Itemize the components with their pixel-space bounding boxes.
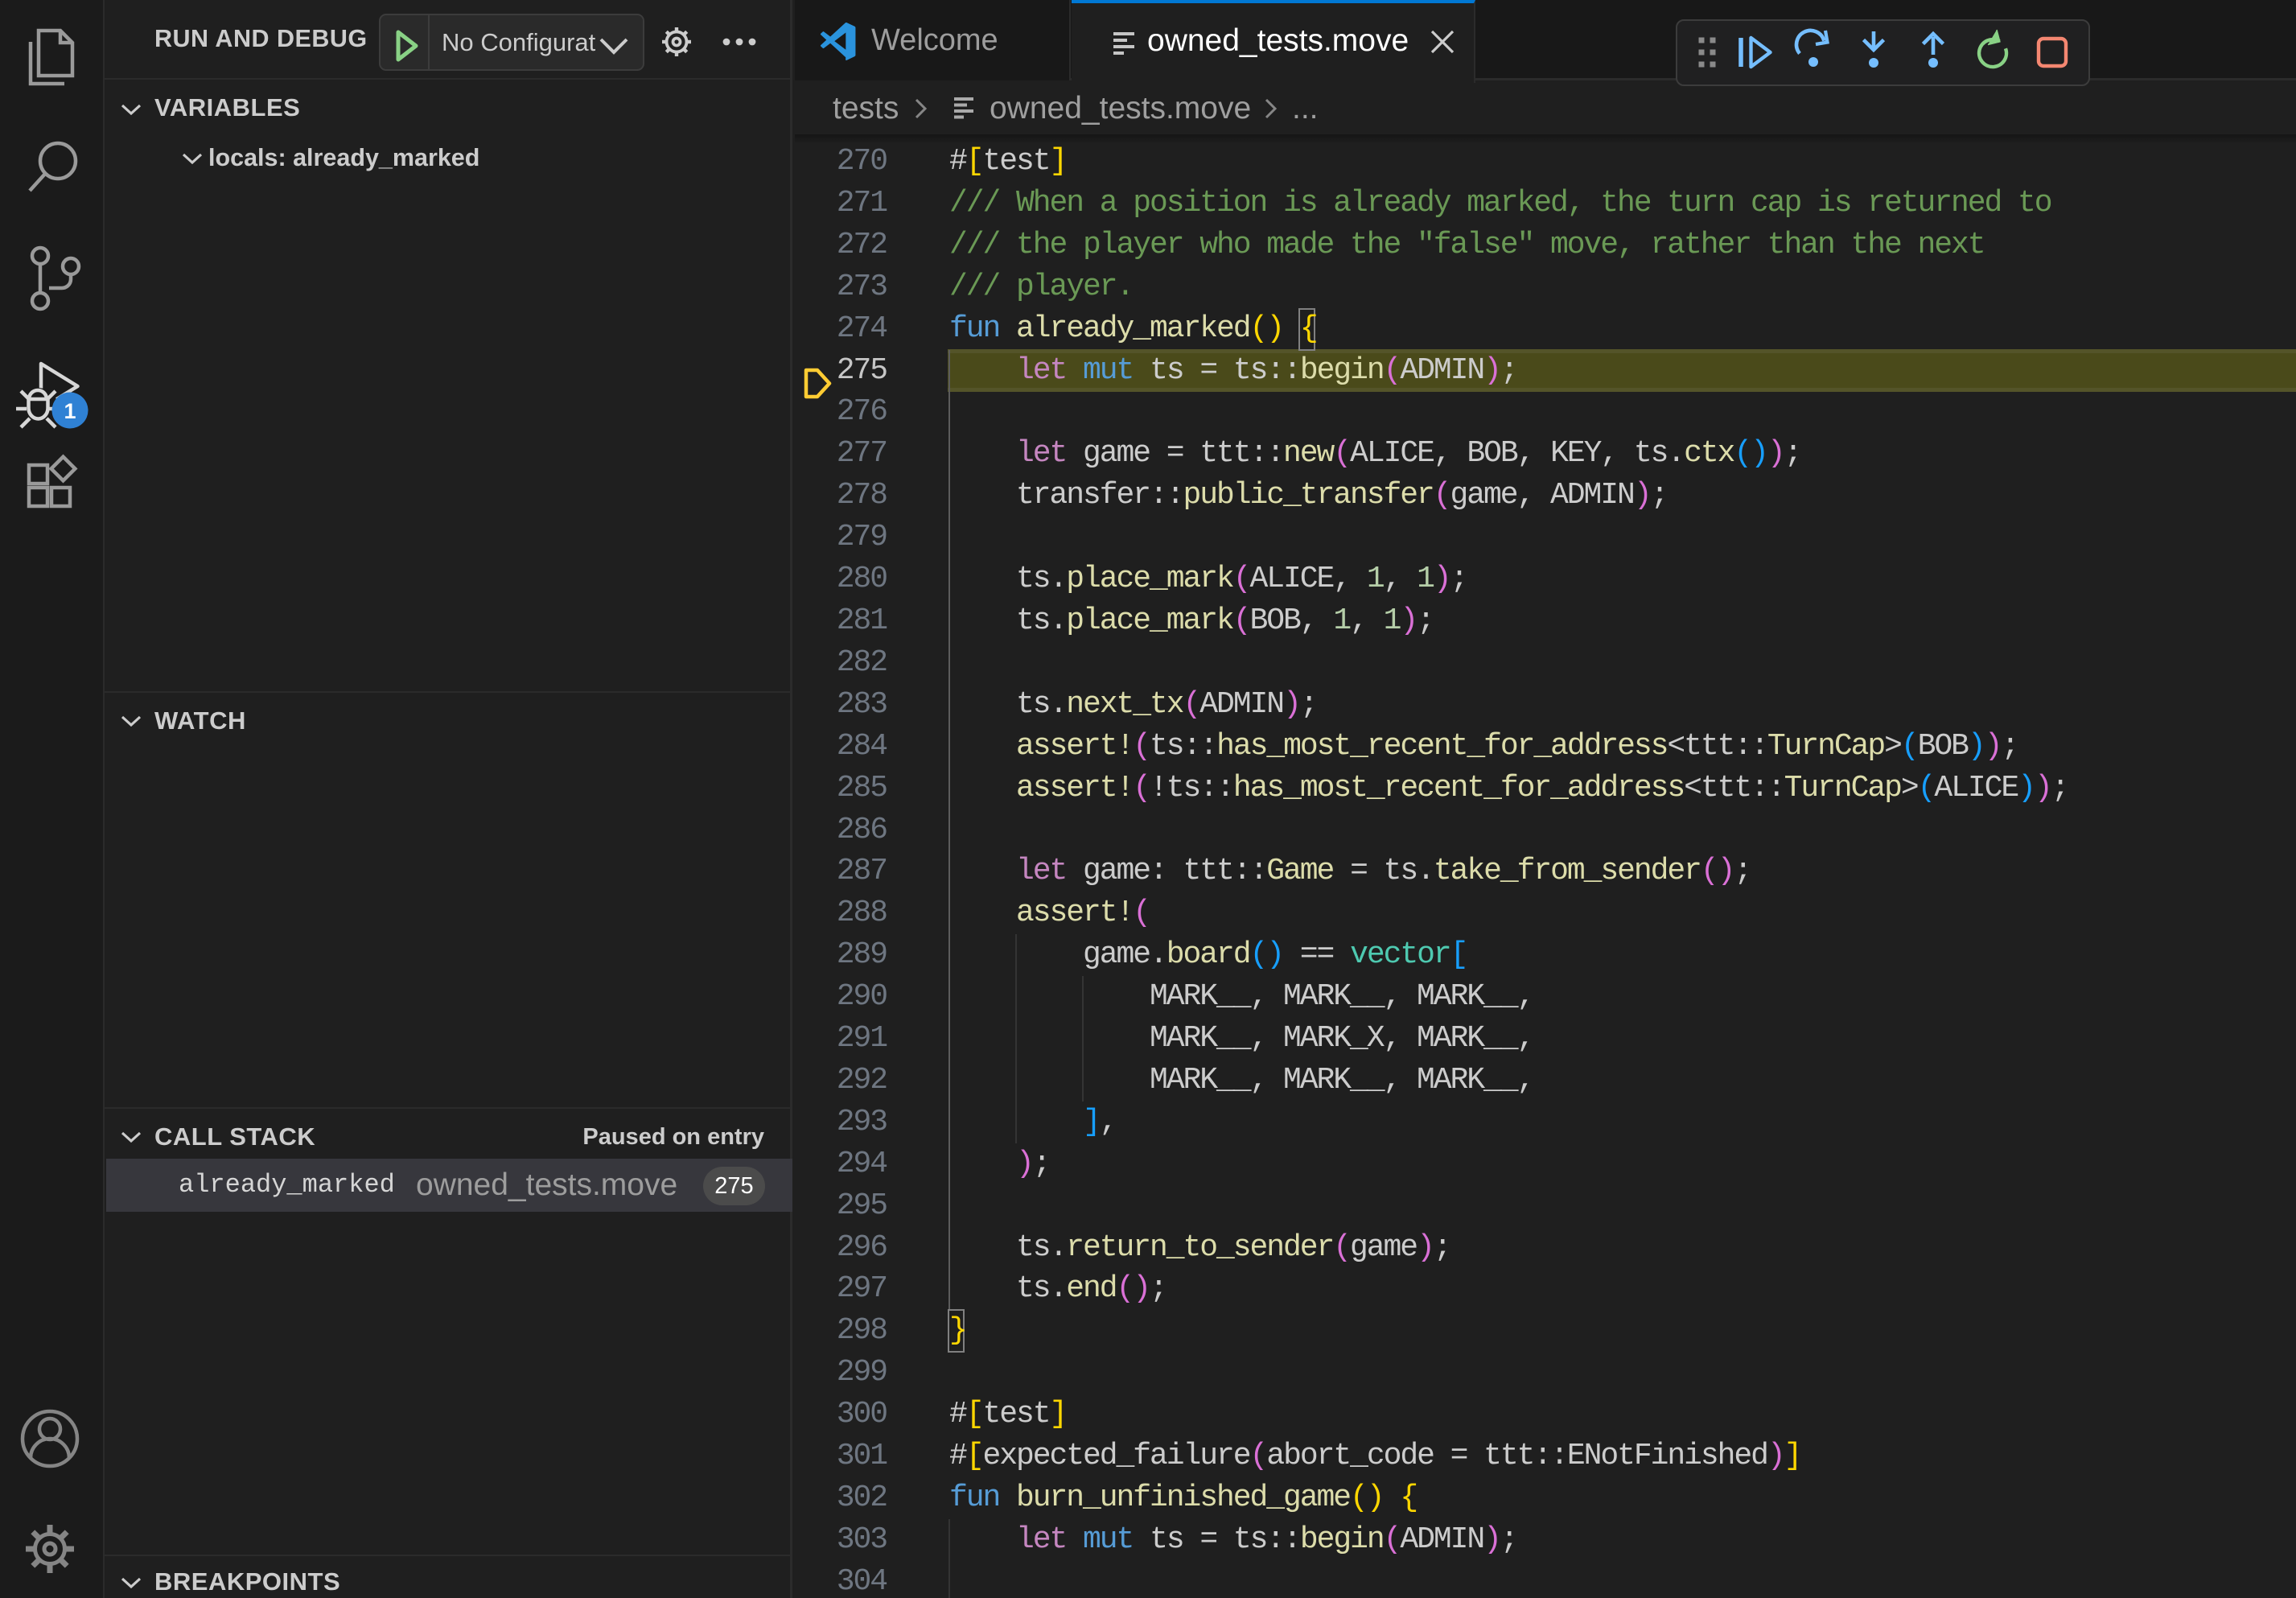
svg-text:1: 1 [64, 399, 76, 423]
